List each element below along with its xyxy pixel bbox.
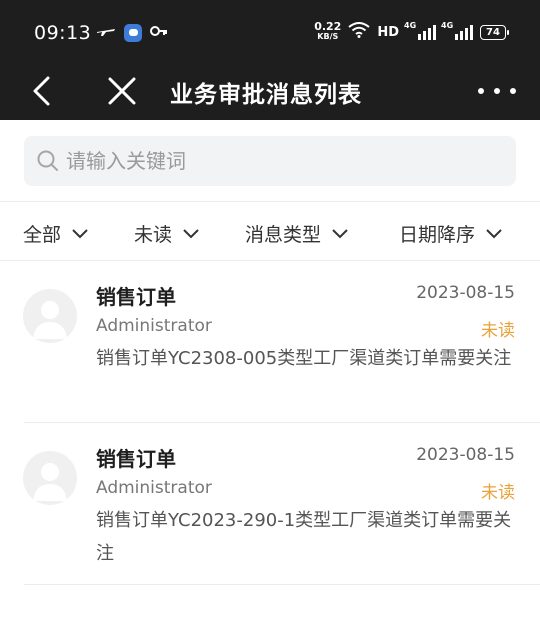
- chevron-down-icon: [183, 228, 199, 238]
- status-time: 09:13: [34, 22, 92, 44]
- avatar: [23, 451, 77, 505]
- key-icon: [150, 23, 168, 42]
- wifi-icon: [348, 22, 370, 42]
- search-icon: [37, 150, 58, 171]
- filter-unread-label: 未读: [134, 224, 173, 246]
- system-indicators: 0.22 KB/S HD 4G 4G 74: [314, 20, 509, 42]
- close-button[interactable]: [104, 72, 140, 110]
- message-body: 销售订单YC2308-005类型工厂渠道类订单需要关注: [96, 348, 512, 369]
- more-options-button[interactable]: [478, 74, 516, 108]
- network-speed-unit: KB/S: [317, 32, 339, 41]
- unread-status-badge: 未读: [481, 483, 515, 503]
- airplane-icon: [96, 23, 116, 42]
- chevron-down-icon: [486, 228, 502, 238]
- message-item[interactable]: 销售订单 2023-08-15 Administrator 未读 销售订单YC2…: [0, 261, 540, 423]
- navigation-header: 业务审批消息列表: [0, 62, 540, 120]
- default-user-icon: [33, 301, 67, 339]
- page-title: 业务审批消息列表: [170, 82, 362, 108]
- app-notification-icon: [124, 23, 142, 42]
- default-user-icon: [33, 463, 67, 501]
- message-sender: Administrator: [96, 316, 212, 336]
- message-title: 销售订单: [96, 285, 176, 309]
- network-speed: 0.22 KB/S: [314, 20, 342, 42]
- more-dot-icon: [510, 88, 516, 94]
- signal-1-label: 4G: [404, 21, 417, 30]
- chevron-down-icon: [332, 228, 348, 238]
- filter-unread[interactable]: 未读: [134, 220, 200, 247]
- status-bar: 09:13 0.22 KB/S HD 4G 4G 74: [0, 0, 540, 62]
- back-arrow-icon: [33, 76, 50, 106]
- message-item[interactable]: 销售订单 2023-08-15 Administrator 未读 销售订单YC2…: [0, 423, 540, 585]
- search-input[interactable]: [66, 149, 506, 173]
- signal-icon-2: 4G: [441, 21, 473, 40]
- message-date: 2023-08-15: [416, 283, 515, 303]
- filter-all[interactable]: 全部: [23, 220, 89, 247]
- filter-message-type-label: 消息类型: [245, 224, 322, 246]
- message-title: 销售订单: [96, 447, 176, 471]
- message-sender: Administrator: [96, 478, 212, 498]
- message-date: 2023-08-15: [416, 445, 515, 465]
- divider: [24, 584, 540, 585]
- network-speed-value: 0.22: [314, 20, 342, 33]
- filter-date-sort[interactable]: 日期降序: [399, 220, 503, 247]
- filter-all-label: 全部: [23, 224, 62, 246]
- signal-icon-1: 4G: [404, 21, 436, 40]
- close-icon: [108, 77, 136, 105]
- battery-icon: 74: [480, 24, 509, 40]
- chevron-down-icon: [72, 228, 88, 238]
- filter-message-type[interactable]: 消息类型: [245, 220, 349, 247]
- more-dot-icon: [478, 88, 484, 94]
- hd-label: HD: [377, 24, 399, 40]
- message-body: 销售订单YC2023-290-1类型工厂渠道类订单需要关注: [96, 510, 512, 564]
- notification-icons: [96, 23, 168, 42]
- battery-level: 74: [486, 26, 500, 38]
- signal-2-label: 4G: [441, 21, 454, 30]
- search-bar[interactable]: [24, 136, 516, 186]
- avatar: [23, 289, 77, 343]
- back-button[interactable]: [26, 72, 62, 110]
- filter-date-sort-label: 日期降序: [399, 224, 476, 246]
- unread-status-badge: 未读: [481, 321, 515, 341]
- filter-bar: 全部 未读 消息类型 日期降序: [0, 201, 540, 261]
- more-dot-icon: [494, 88, 500, 94]
